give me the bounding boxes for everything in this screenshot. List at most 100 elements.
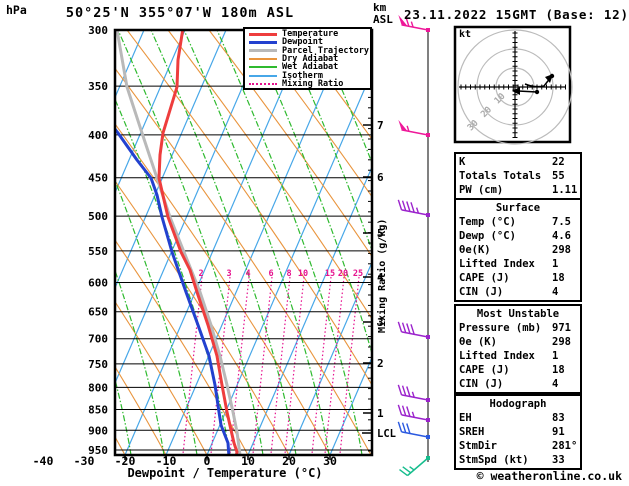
svg-text:2: 2 <box>198 269 203 279</box>
stat-row: SREH 91 <box>459 425 577 439</box>
stat-label: Dewp (°C) <box>459 230 516 242</box>
wind-barb-icon <box>397 404 430 422</box>
svg-text:20: 20 <box>338 269 348 279</box>
mixing-ratio-lines <box>182 276 360 455</box>
stat-row: Lifted Index 1 <box>459 257 577 271</box>
stat-value: 971 <box>552 322 571 334</box>
stat-label: K <box>459 156 466 168</box>
skewt-sounding-page: 2 3 4 6 8 10 15 20 25 300 350 400 450 500 550 600 650 700… <box>0 0 629 486</box>
stat-value: 298 <box>552 336 571 348</box>
svg-text:300: 300 <box>88 24 108 37</box>
stat-label: StmDir <box>459 440 497 452</box>
wind-barb-icon <box>399 456 430 477</box>
svg-text:800: 800 <box>88 381 108 394</box>
stat-row: CIN (J) 4 <box>459 285 577 299</box>
altitude-axis-unit-asl: ASL <box>373 13 393 26</box>
wind-barb-icon <box>397 384 430 402</box>
stat-row: θe(K) 298 <box>459 243 577 257</box>
table-header: Most Unstable <box>476 308 560 320</box>
svg-text:600: 600 <box>88 277 108 290</box>
svg-text:6: 6 <box>377 171 384 184</box>
stat-label: CAPE (J) <box>459 272 510 284</box>
stat-label: SREH <box>459 426 485 438</box>
stat-value: 4 <box>552 286 559 298</box>
svg-text:1: 1 <box>377 407 384 420</box>
table-header: Hodograph <box>489 398 547 410</box>
lcl-label: LCL <box>377 428 396 440</box>
stat-label: CAPE (J) <box>459 364 510 376</box>
stat-row: StmSpd (kt) 33 <box>459 453 577 467</box>
stat-label: PW (cm) <box>459 184 504 196</box>
svg-text:850: 850 <box>88 403 108 416</box>
wind-barb-column <box>397 14 430 477</box>
stat-row: Dewp (°C) 4.6 <box>459 229 577 243</box>
legend: Temperature Dewpoint Parcel Trajectory Dry … <box>243 27 372 90</box>
svg-text:650: 650 <box>88 306 108 319</box>
svg-text:2: 2 <box>377 357 384 370</box>
svg-text:10: 10 <box>298 269 308 279</box>
svg-text:7: 7 <box>377 119 384 132</box>
pressure-axis-unit: hPa <box>6 3 27 17</box>
stat-value: 298 <box>552 244 571 256</box>
plot-border <box>113 28 374 457</box>
stats-table-most_unstable: Most Unstable Pressure (mb) 971 θe (K) 298 Li… <box>454 304 582 394</box>
stat-value: 1 <box>552 258 559 270</box>
legend-swatch-icon <box>249 58 277 61</box>
stat-value: 33 <box>552 454 565 466</box>
pressure-gridlines <box>115 29 372 451</box>
stat-row: CIN (J) 4 <box>459 377 577 391</box>
svg-text:450: 450 <box>88 172 108 185</box>
stat-value: 91 <box>552 426 565 438</box>
stat-value: 281° <box>552 440 578 452</box>
svg-text:6: 6 <box>268 269 273 279</box>
stat-value: 4.6 <box>552 230 571 242</box>
legend-item: Mixing Ratio <box>249 80 370 88</box>
stat-label: CIN (J) <box>459 378 504 390</box>
stat-value: 22 <box>552 156 565 168</box>
stat-label: θe(K) <box>459 244 491 256</box>
stat-label: Lifted Index <box>459 258 535 270</box>
station-title: 50°25'N 355°07'W 180m ASL <box>65 5 295 21</box>
wind-barb-icon <box>398 119 430 137</box>
stat-label: CIN (J) <box>459 286 504 298</box>
stat-value: 83 <box>552 412 565 424</box>
svg-text:700: 700 <box>88 333 108 346</box>
legend-swatch-icon <box>249 66 277 69</box>
legend-swatch-icon <box>249 74 277 77</box>
stat-value: 1 <box>552 350 559 362</box>
stat-label: θe (K) <box>459 336 497 348</box>
svg-text:15: 15 <box>325 269 335 279</box>
stat-label: Temp (°C) <box>459 216 516 228</box>
legend-swatch-icon <box>249 32 277 36</box>
legend-swatch-icon <box>249 40 277 44</box>
wind-barb-icon <box>397 421 430 439</box>
stat-label: Pressure (mb) <box>459 322 542 334</box>
svg-text:500: 500 <box>88 210 108 223</box>
stats-table-surface: Surface Temp (°C) 7.5 Dewp (°C) 4.6 θe(K) 298 L… <box>454 198 582 302</box>
svg-text:8: 8 <box>286 269 291 279</box>
stat-row: EH 83 <box>459 411 577 425</box>
temperature-axis-label: Dewpoint / Temperature (°C) <box>127 466 323 480</box>
svg-text:3: 3 <box>226 269 231 279</box>
stat-row: CAPE (J) 18 <box>459 271 577 285</box>
table-header: Surface <box>495 202 541 214</box>
pressure-tick-labels: 3003504004505005506006507007508008509009… <box>88 24 108 457</box>
stat-row: PW (cm) 1.11 <box>459 183 577 197</box>
stat-row: θe (K) 298 <box>459 335 577 349</box>
legend-label: Mixing Ratio <box>282 78 344 89</box>
stat-value: 1.11 <box>552 184 578 196</box>
mixing-ratio-axis-label: Mixing Ratio (g/kg) <box>377 218 388 333</box>
stat-value: 7.5 <box>552 216 571 228</box>
hodograph-panel: 102030 <box>453 25 573 145</box>
legend-swatch-icon <box>249 49 277 53</box>
stat-value: 18 <box>552 364 565 376</box>
hodograph-trajectory <box>517 90 538 93</box>
stats-table-indices: K 22 Totals Totals 55 PW (cm) 1.11 <box>454 152 582 200</box>
stat-row: Lifted Index 1 <box>459 349 577 363</box>
stat-row: Totals Totals 55 <box>459 169 577 183</box>
stat-value: 55 <box>552 170 565 182</box>
stat-row: K 22 <box>459 155 577 169</box>
svg-text:350: 350 <box>88 80 108 93</box>
stat-value: 18 <box>552 272 565 284</box>
wind-barb-icon <box>397 321 430 339</box>
